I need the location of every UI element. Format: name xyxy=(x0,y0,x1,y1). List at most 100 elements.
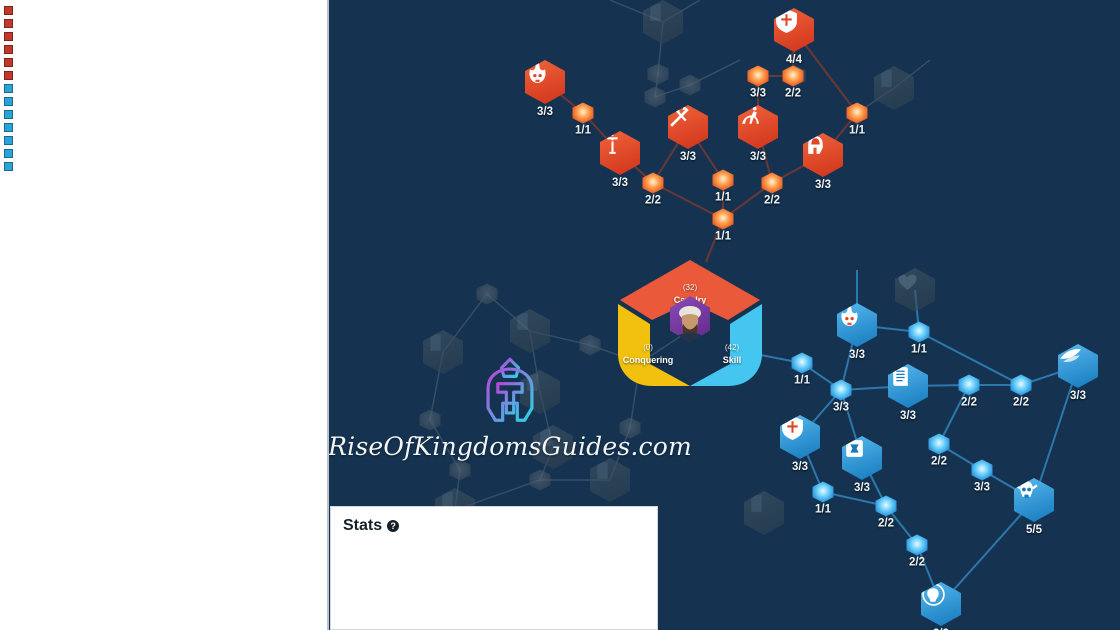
talent-node-r-d7[interactable]: 1/1 xyxy=(712,208,734,243)
talent-node-g2[interactable] xyxy=(647,63,669,85)
talent-node-b-d2[interactable]: 1/1 xyxy=(791,352,813,387)
talent-node-g10[interactable] xyxy=(510,309,550,353)
talent-node-r-d5[interactable]: 1/1 xyxy=(712,169,734,204)
talent-node-level: 3/3 xyxy=(750,151,766,163)
talent-node-b-flame[interactable]: 3/3 xyxy=(837,303,877,361)
locked-icon xyxy=(744,491,784,535)
talent-name-row xyxy=(4,69,317,81)
node-dot xyxy=(958,374,980,396)
locked-icon xyxy=(520,370,560,414)
talent-node-b-scroll[interactable]: 3/3 xyxy=(888,364,928,422)
talent-node-g1[interactable] xyxy=(643,0,683,44)
question-mark-icon[interactable]: ? xyxy=(387,520,400,532)
talent-name-row xyxy=(4,147,317,159)
talent-node-b-d8[interactable]: 1/1 xyxy=(812,481,834,516)
talent-node-b-d1[interactable]: 1/1 xyxy=(908,321,930,356)
locked-icon xyxy=(510,309,550,353)
talent-node-g13[interactable] xyxy=(520,370,560,414)
talent-node-level: 2/2 xyxy=(909,556,925,569)
talent-color-swatch xyxy=(4,19,13,28)
talent-node-g17[interactable] xyxy=(449,459,471,481)
talent-name-row xyxy=(4,30,317,42)
node-dot xyxy=(928,433,950,455)
talent-entry xyxy=(4,108,317,120)
flame-skull-icon xyxy=(525,60,565,104)
talent-node-r-horse[interactable]: 3/3 xyxy=(747,65,769,100)
locked-dot xyxy=(644,86,666,108)
talent-node-b-banner[interactable]: 3/3 xyxy=(842,436,882,494)
node-dot xyxy=(908,321,930,343)
talent-node-b-d4[interactable]: 2/2 xyxy=(958,374,980,409)
locked-dot xyxy=(679,74,701,96)
skill-count: (42) xyxy=(724,343,740,352)
stats-title: Stats ? xyxy=(343,517,643,535)
talent-node-level: 1/1 xyxy=(794,374,810,387)
locked-dot xyxy=(529,469,551,491)
talent-color-swatch xyxy=(4,84,13,93)
talent-node-level: 2/2 xyxy=(931,455,947,468)
talent-node-g14[interactable] xyxy=(419,409,441,431)
talent-node-level: 3/3 xyxy=(1070,390,1086,402)
conquering-count: (0) xyxy=(643,343,653,352)
talent-node-g4[interactable] xyxy=(679,74,701,96)
talent-node-r-d3[interactable]: 1/1 xyxy=(846,102,868,137)
talent-list-panel xyxy=(0,0,329,630)
talent-node-b-shield[interactable]: 3/3 xyxy=(780,415,820,473)
talent-color-swatch xyxy=(4,6,13,15)
talent-node-b-skull[interactable]: 5/5 xyxy=(1014,478,1054,536)
node-dot xyxy=(782,65,804,87)
node-dot xyxy=(846,102,868,124)
locked-icon xyxy=(533,425,573,469)
talent-node-r-d4[interactable]: 2/2 xyxy=(642,172,664,207)
talent-node-g19[interactable] xyxy=(529,469,551,491)
talent-color-swatch xyxy=(4,45,13,54)
talent-name-row xyxy=(4,160,317,172)
talent-node-b-d9[interactable]: 2/2 xyxy=(875,495,897,530)
talent-node-level: 1/1 xyxy=(715,191,731,204)
talent-node-r-sword[interactable]: 3/3 xyxy=(600,131,640,189)
talent-node-b-d10[interactable]: 2/2 xyxy=(906,534,928,569)
talent-node-g3[interactable] xyxy=(644,86,666,108)
talent-node-g6[interactable] xyxy=(874,66,914,110)
talent-node-level: 5/5 xyxy=(1026,524,1042,536)
talent-node-r-flame[interactable]: 3/3 xyxy=(525,60,565,118)
talent-node-r-helm[interactable]: 3/3 xyxy=(803,133,843,191)
talent-node-r-spear[interactable]: 3/3 xyxy=(668,105,708,163)
crossed-spear-icon xyxy=(668,105,708,149)
talent-node-g16[interactable] xyxy=(533,425,573,469)
locked-dot xyxy=(647,63,669,85)
talent-node-b-d7[interactable]: 3/3 xyxy=(971,459,993,494)
commander-head-icon xyxy=(921,582,961,626)
talent-node-b-d3[interactable]: 3/3 xyxy=(830,379,852,414)
talent-node-b-head[interactable]: 3/3 xyxy=(921,582,961,630)
commander-center[interactable]: (32) Cavalry (0) Conquering (42) Skill xyxy=(610,258,770,388)
talent-name-row xyxy=(4,56,317,68)
talent-node-level: 2/2 xyxy=(785,87,801,100)
talent-node-g7[interactable] xyxy=(895,268,935,312)
talent-color-swatch xyxy=(4,136,13,145)
talent-node-r-rider[interactable]: 3/3 xyxy=(738,105,778,163)
talent-node-r-d6[interactable]: 2/2 xyxy=(761,172,783,207)
talent-color-swatch xyxy=(4,97,13,106)
talent-node-b-d6[interactable]: 2/2 xyxy=(928,433,950,468)
talent-node-g11[interactable] xyxy=(579,334,601,356)
talent-node-level: 4/4 xyxy=(786,54,802,66)
talent-node-g20[interactable] xyxy=(590,458,630,502)
talent-node-r-d2[interactable]: 1/1 xyxy=(572,102,594,137)
talent-node-g8[interactable] xyxy=(476,283,498,305)
talent-entry xyxy=(4,30,317,42)
locked-dot xyxy=(579,334,601,356)
talent-entry xyxy=(4,121,317,133)
talent-color-swatch xyxy=(4,123,13,132)
talent-entry xyxy=(4,4,317,16)
node-dot xyxy=(642,172,664,194)
skill-label: Skill xyxy=(722,355,742,365)
talent-node-g9[interactable] xyxy=(423,330,463,374)
talent-node-g21[interactable] xyxy=(744,491,784,535)
talent-node-b-d5[interactable]: 2/2 xyxy=(1010,374,1032,409)
banner-icon xyxy=(842,436,882,480)
talent-node-b-wing[interactable]: 3/3 xyxy=(1058,344,1098,402)
talent-node-r-top-shield[interactable]: 4/4 xyxy=(774,8,814,66)
talent-node-r-d1[interactable]: 2/2 xyxy=(782,65,804,100)
talent-node-g15[interactable] xyxy=(619,417,641,439)
